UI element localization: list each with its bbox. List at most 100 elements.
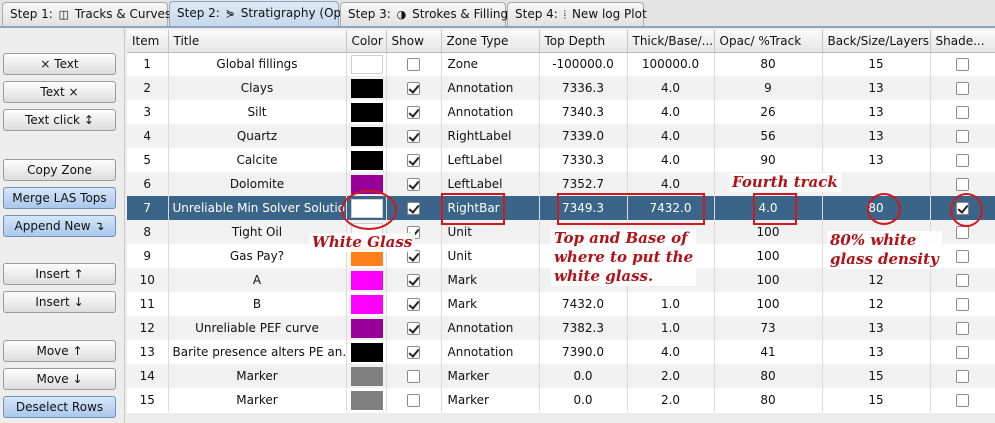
cell-title[interactable]: Marker (168, 388, 347, 412)
shade-checkbox[interactable] (956, 130, 969, 143)
merge-las-tops-button[interactable]: Merge LAS Tops (3, 187, 116, 209)
append-new-button[interactable]: Append New ↴ (3, 215, 116, 237)
color-swatch[interactable] (350, 294, 383, 314)
cell-zone-type[interactable]: Annotation (441, 76, 540, 100)
color-swatch[interactable] (350, 78, 383, 98)
cell-item[interactable]: 11 (127, 292, 169, 316)
cell-back-size-layers[interactable]: 15 (822, 364, 931, 388)
cell-zone-type[interactable]: Zone (441, 52, 540, 76)
cell-opac-track[interactable]: 9 (714, 76, 823, 100)
cell-item[interactable]: 13 (127, 340, 169, 364)
cell-zone-type[interactable]: LeftLabel (441, 148, 540, 172)
copy-zone-button[interactable]: Copy Zone (3, 159, 116, 181)
table-row[interactable]: 13 Barite presence alters PE an... Annotat… (127, 340, 995, 364)
show-checkbox[interactable] (407, 154, 420, 167)
cell-show[interactable] (386, 100, 442, 124)
cell-shade[interactable] (930, 124, 995, 148)
column-header-opac-track[interactable]: Opac/ %Track (714, 30, 823, 53)
cell-thick-base[interactable]: 4.0 (627, 76, 715, 100)
cell-shade[interactable] (930, 364, 995, 388)
column-header-color[interactable]: Color (346, 30, 387, 53)
cell-back-size-layers[interactable]: 13 (822, 124, 931, 148)
cell-opac-track[interactable]: 56 (714, 124, 823, 148)
cell-zone-type[interactable]: Annotation (441, 100, 540, 124)
cell-back-size-layers[interactable]: 15 (822, 52, 931, 76)
cell-show[interactable] (386, 388, 442, 412)
cell-opac-track[interactable]: 80 (714, 388, 823, 412)
cell-show[interactable] (386, 76, 442, 100)
column-header-shade[interactable]: Shade... (930, 30, 995, 53)
shade-checkbox[interactable] (956, 274, 969, 287)
tab-step-4-new-log-plot[interactable]: Step 4: ⦙ New log Plot (507, 2, 647, 26)
cell-show[interactable] (386, 148, 442, 172)
cell-item[interactable]: 1 (127, 52, 169, 76)
cell-top-depth[interactable]: 0.0 (539, 364, 628, 388)
cell-thick-base[interactable]: 4.0 (627, 148, 715, 172)
text-x-right-button[interactable]: Text × (3, 81, 116, 103)
cell-zone-type[interactable]: Mark (441, 268, 540, 292)
column-header-title[interactable]: Title (168, 30, 347, 53)
cell-show[interactable] (386, 268, 442, 292)
cell-top-depth[interactable]: 7382.3 (539, 316, 628, 340)
cell-shade[interactable] (930, 268, 995, 292)
cell-item[interactable]: 14 (127, 364, 169, 388)
cell-color[interactable] (346, 268, 387, 292)
cell-title[interactable]: B (168, 292, 347, 316)
show-checkbox[interactable] (407, 202, 420, 215)
column-header-zone-type[interactable]: Zone Type (441, 30, 540, 53)
insert-up-button[interactable]: Insert ↑ (3, 263, 116, 285)
cell-item[interactable]: 4 (127, 124, 169, 148)
cell-title[interactable]: Silt (168, 100, 347, 124)
shade-checkbox[interactable] (956, 154, 969, 167)
cell-zone-type[interactable]: Unit (441, 244, 540, 268)
text-x-button[interactable]: × Text (3, 53, 116, 75)
cell-show[interactable] (386, 124, 442, 148)
column-header-thick-base[interactable]: Thick/Base/... (627, 30, 715, 53)
table-row[interactable]: 5 Calcite LeftLabel 7330.3 4.0 90 13 (127, 148, 995, 172)
shade-checkbox[interactable] (956, 178, 969, 191)
color-swatch[interactable] (350, 390, 383, 410)
tab-step-3-strokes-fillings[interactable]: Step 3: ◑ Strokes & Fillings (340, 2, 514, 26)
cell-thick-base[interactable]: 1.0 (627, 292, 715, 316)
cell-top-depth[interactable]: -100000.0 (539, 52, 628, 76)
cell-opac-track[interactable]: 26 (714, 100, 823, 124)
move-up-button[interactable]: Move ↑ (3, 340, 116, 362)
insert-down-button[interactable]: Insert ↓ (3, 291, 116, 313)
cell-color[interactable] (346, 52, 387, 76)
cell-opac-track[interactable]: 90 (714, 148, 823, 172)
color-swatch[interactable] (350, 102, 383, 122)
cell-thick-base[interactable]: 100000.0 (627, 52, 715, 76)
table-row[interactable]: 11 B Mark 7432.0 1.0 100 12 (127, 292, 995, 316)
cell-title[interactable]: Marker (168, 364, 347, 388)
cell-thick-base[interactable]: 4.0 (627, 124, 715, 148)
column-header-item[interactable]: Item (127, 30, 169, 53)
shade-checkbox[interactable] (956, 58, 969, 72)
cell-show[interactable] (386, 340, 442, 364)
cell-item[interactable]: 6 (127, 172, 169, 196)
table-row[interactable]: 3 Silt Annotation 7340.3 4.0 26 13 (127, 100, 995, 124)
show-checkbox[interactable] (407, 130, 420, 143)
show-checkbox[interactable] (407, 322, 420, 335)
cell-title[interactable]: Clays (168, 76, 347, 100)
table-row[interactable]: 1 Global fillings Zone -100000.0 100000.0 80 1… (127, 52, 995, 76)
cell-show[interactable] (386, 172, 442, 196)
cell-item[interactable]: 10 (127, 268, 169, 292)
show-checkbox[interactable] (407, 82, 420, 95)
tab-step-1-tracks-curves[interactable]: Step 1: ◫ Tracks & Curves (2, 2, 171, 26)
cell-opac-track[interactable]: 100 (714, 244, 823, 268)
table-row[interactable]: 2 Clays Annotation 7336.3 4.0 9 13 (127, 76, 995, 100)
table-row[interactable]: 15 Marker Marker 0.0 2.0 80 15 (127, 388, 995, 412)
cell-item[interactable]: 5 (127, 148, 169, 172)
cell-opac-track[interactable]: 80 (714, 52, 823, 76)
cell-item[interactable]: 3 (127, 100, 169, 124)
cell-back-size-layers[interactable]: 15 (822, 388, 931, 412)
cell-opac-track[interactable]: 100 (714, 292, 823, 316)
cell-zone-type[interactable]: RightLabel (441, 124, 540, 148)
cell-shade[interactable] (930, 388, 995, 412)
cell-top-depth[interactable]: 7390.0 (539, 340, 628, 364)
cell-title[interactable]: Barite presence alters PE an... (168, 340, 347, 364)
text-click-button[interactable]: Text click ↕ (3, 109, 116, 131)
shade-checkbox[interactable] (956, 394, 969, 407)
color-swatch[interactable] (350, 150, 383, 170)
shade-checkbox[interactable] (956, 82, 969, 95)
